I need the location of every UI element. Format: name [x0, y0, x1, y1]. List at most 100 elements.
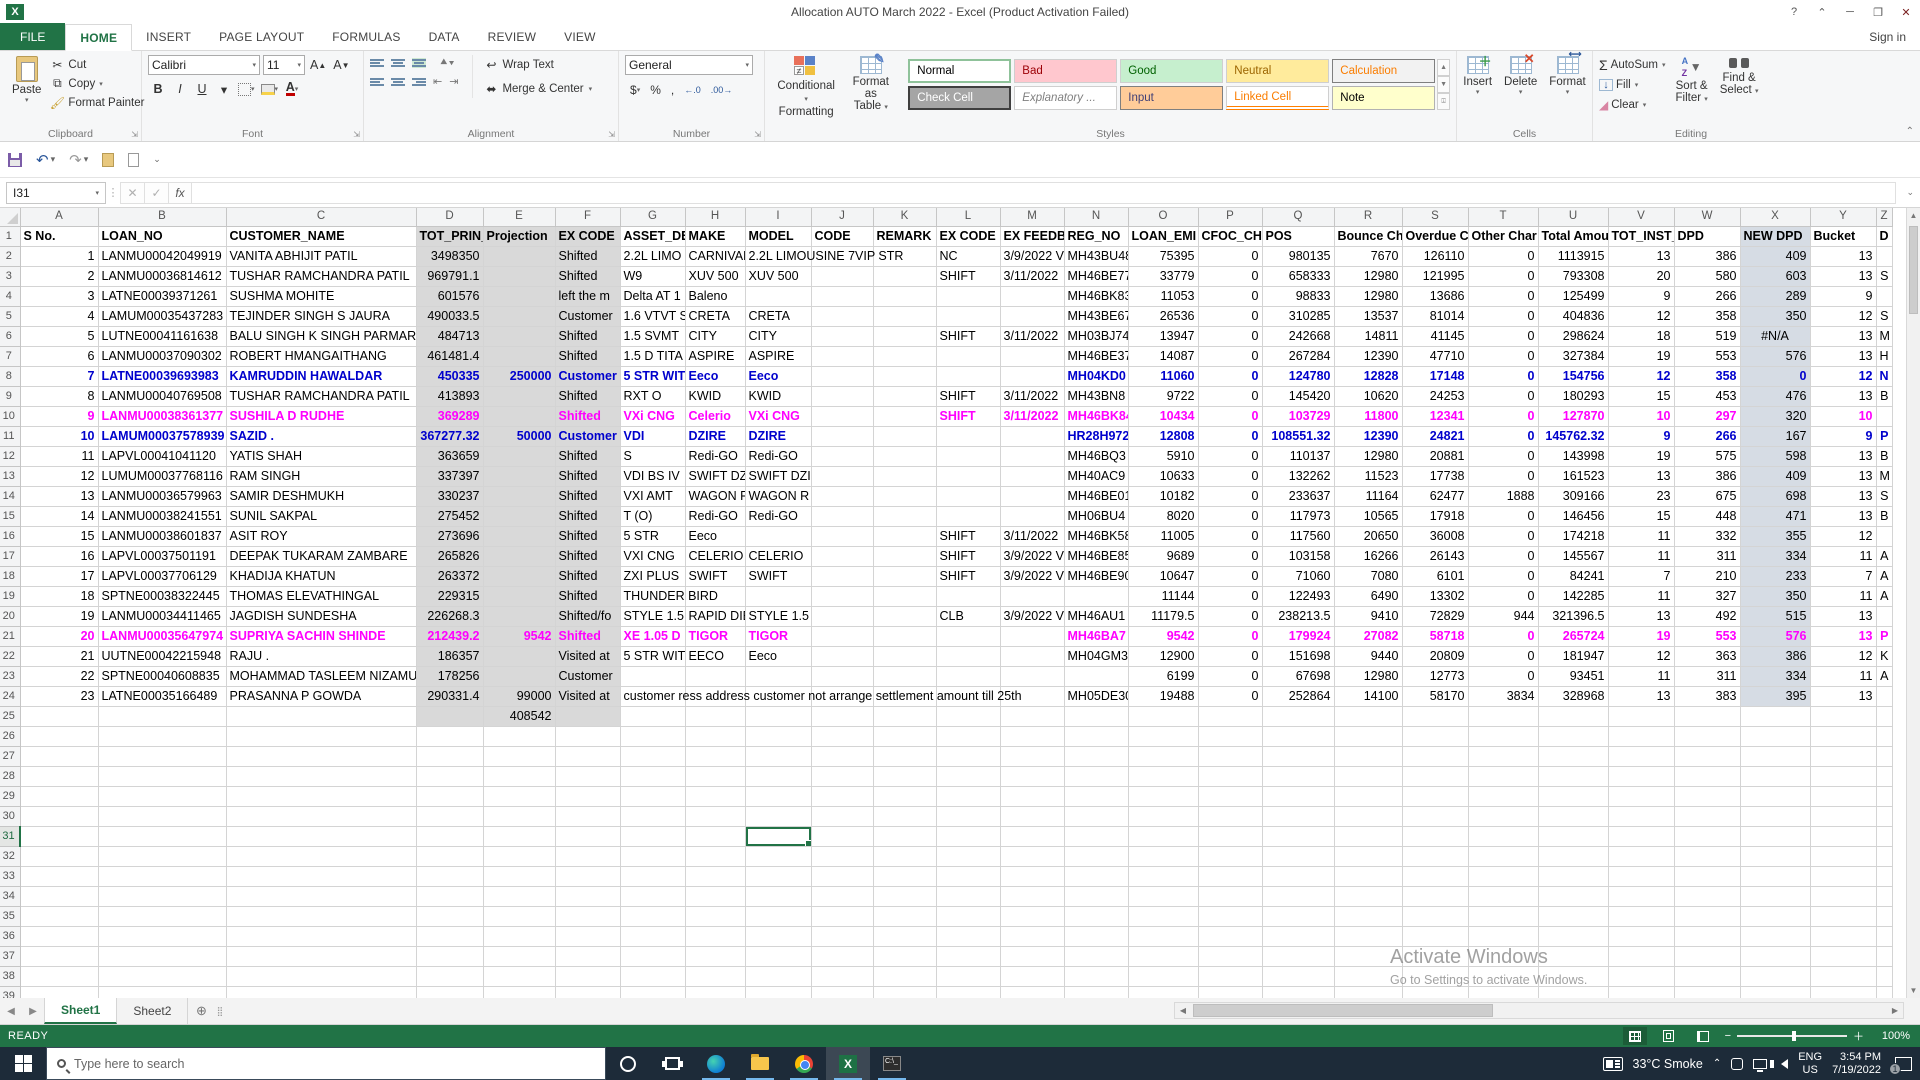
cell-H21[interactable]: TIGOR: [685, 626, 745, 646]
cell-B26[interactable]: [98, 726, 226, 746]
cell-R33[interactable]: [1334, 866, 1402, 886]
bold-button[interactable]: B: [148, 79, 168, 99]
cell-V11[interactable]: 9: [1608, 426, 1674, 446]
cell-Y29[interactable]: [1810, 786, 1876, 806]
cell-F28[interactable]: [555, 766, 620, 786]
cell-P30[interactable]: [1198, 806, 1262, 826]
cell-V37[interactable]: [1608, 946, 1674, 966]
cell-C34[interactable]: [226, 886, 416, 906]
fill-color-button[interactable]: ▾: [259, 79, 281, 99]
cell-O12[interactable]: 5910: [1128, 446, 1198, 466]
cell-V21[interactable]: 19: [1608, 626, 1674, 646]
cell-H29[interactable]: [685, 786, 745, 806]
cell-E29[interactable]: [483, 786, 555, 806]
cell-Q21[interactable]: 179924: [1262, 626, 1334, 646]
cell-G2[interactable]: 2.2L LIMO: [620, 246, 685, 266]
cell-Q6[interactable]: 242668: [1262, 326, 1334, 346]
cell-U1[interactable]: Total Amou: [1538, 226, 1608, 246]
cell-C12[interactable]: YATIS SHAH: [226, 446, 416, 466]
cell-X20[interactable]: 515: [1740, 606, 1810, 626]
cell-Z9[interactable]: B: [1876, 386, 1892, 406]
cell-I13[interactable]: SWIFT DZI: [745, 466, 811, 486]
cell-P28[interactable]: [1198, 766, 1262, 786]
cell-Y22[interactable]: 12: [1810, 646, 1876, 666]
cell-U6[interactable]: 298624: [1538, 326, 1608, 346]
cell-E38[interactable]: [483, 966, 555, 986]
cell-O3[interactable]: 33779: [1128, 266, 1198, 286]
col-header-D[interactable]: D: [416, 208, 483, 226]
cell-S1[interactable]: Overdue C: [1402, 226, 1468, 246]
number-format-select[interactable]: General▾: [625, 55, 753, 75]
cell-Z19[interactable]: A: [1876, 586, 1892, 606]
cell-G25[interactable]: [620, 706, 685, 726]
cell-U21[interactable]: 265724: [1538, 626, 1608, 646]
cell-F34[interactable]: [555, 886, 620, 906]
cell-W26[interactable]: [1674, 726, 1740, 746]
cell-R32[interactable]: [1334, 846, 1402, 866]
cell-Q1[interactable]: POS: [1262, 226, 1334, 246]
cell-X39[interactable]: [1740, 986, 1810, 998]
cell-V23[interactable]: 11: [1608, 666, 1674, 686]
cell-V38[interactable]: [1608, 966, 1674, 986]
expand-formula-bar-button[interactable]: ⌄: [1906, 187, 1914, 198]
cell-P22[interactable]: 0: [1198, 646, 1262, 666]
cell-I38[interactable]: [745, 966, 811, 986]
cell-Z16[interactable]: [1876, 526, 1892, 546]
autosum-button[interactable]: ΣAutoSum▾: [1599, 55, 1665, 75]
cell-R13[interactable]: 11523: [1334, 466, 1402, 486]
cell-S28[interactable]: [1402, 766, 1468, 786]
cell-L1[interactable]: EX CODE: [936, 226, 1000, 246]
cell-I7[interactable]: ASPIRE: [745, 346, 811, 366]
cell-T26[interactable]: [1468, 726, 1538, 746]
cell-V9[interactable]: 15: [1608, 386, 1674, 406]
cell-R8[interactable]: 12828: [1334, 366, 1402, 386]
cell-O23[interactable]: 6199: [1128, 666, 1198, 686]
cell-L35[interactable]: [936, 906, 1000, 926]
cell-P26[interactable]: [1198, 726, 1262, 746]
cell-T4[interactable]: 0: [1468, 286, 1538, 306]
cell-P20[interactable]: 0: [1198, 606, 1262, 626]
cell-F24[interactable]: Visited at: [555, 686, 620, 706]
cell-Y14[interactable]: 13: [1810, 486, 1876, 506]
cell-K22[interactable]: [873, 646, 936, 666]
row-header-6[interactable]: 6: [0, 326, 20, 346]
cell-C8[interactable]: KAMRUDDIN HAWALDAR: [226, 366, 416, 386]
cell-R31[interactable]: [1334, 826, 1402, 846]
cell-A12[interactable]: 11: [20, 446, 98, 466]
cell-I20[interactable]: STYLE 1.5 T: [745, 606, 811, 626]
taskbar-search-input[interactable]: Type here to search: [46, 1047, 606, 1080]
cell-A32[interactable]: [20, 846, 98, 866]
cell-J29[interactable]: [811, 786, 873, 806]
cell-F14[interactable]: Shifted: [555, 486, 620, 506]
cell-S38[interactable]: [1402, 966, 1468, 986]
row-header-21[interactable]: 21: [0, 626, 20, 646]
terminal-taskbar-button[interactable]: C:\_: [870, 1047, 914, 1080]
cell-D13[interactable]: 337397: [416, 466, 483, 486]
cell-Y15[interactable]: 13: [1810, 506, 1876, 526]
cell-I3[interactable]: XUV 500: [745, 266, 811, 286]
cell-V25[interactable]: [1608, 706, 1674, 726]
cell-X5[interactable]: 350: [1740, 306, 1810, 326]
cell-Y17[interactable]: 11: [1810, 546, 1876, 566]
cell-W19[interactable]: 327: [1674, 586, 1740, 606]
cell-P37[interactable]: [1198, 946, 1262, 966]
cell-N12[interactable]: MH46BQ3: [1064, 446, 1128, 466]
normal-view-button[interactable]: [1623, 1027, 1647, 1045]
cell-A29[interactable]: [20, 786, 98, 806]
cell-T23[interactable]: 0: [1468, 666, 1538, 686]
cell-N25[interactable]: [1064, 706, 1128, 726]
cell-X2[interactable]: 409: [1740, 246, 1810, 266]
cell-P15[interactable]: 0: [1198, 506, 1262, 526]
cell-R25[interactable]: [1334, 706, 1402, 726]
cell-D3[interactable]: 969791.1: [416, 266, 483, 286]
col-header-F[interactable]: F: [555, 208, 620, 226]
cell-V18[interactable]: 7: [1608, 566, 1674, 586]
row-header-17[interactable]: 17: [0, 546, 20, 566]
cell-Z4[interactable]: [1876, 286, 1892, 306]
cell-E24[interactable]: 99000: [483, 686, 555, 706]
cell-W21[interactable]: 553: [1674, 626, 1740, 646]
cell-R14[interactable]: 11164: [1334, 486, 1402, 506]
cell-P23[interactable]: 0: [1198, 666, 1262, 686]
cell-R9[interactable]: 10620: [1334, 386, 1402, 406]
cell-M10[interactable]: 3/11/2022: [1000, 406, 1064, 426]
